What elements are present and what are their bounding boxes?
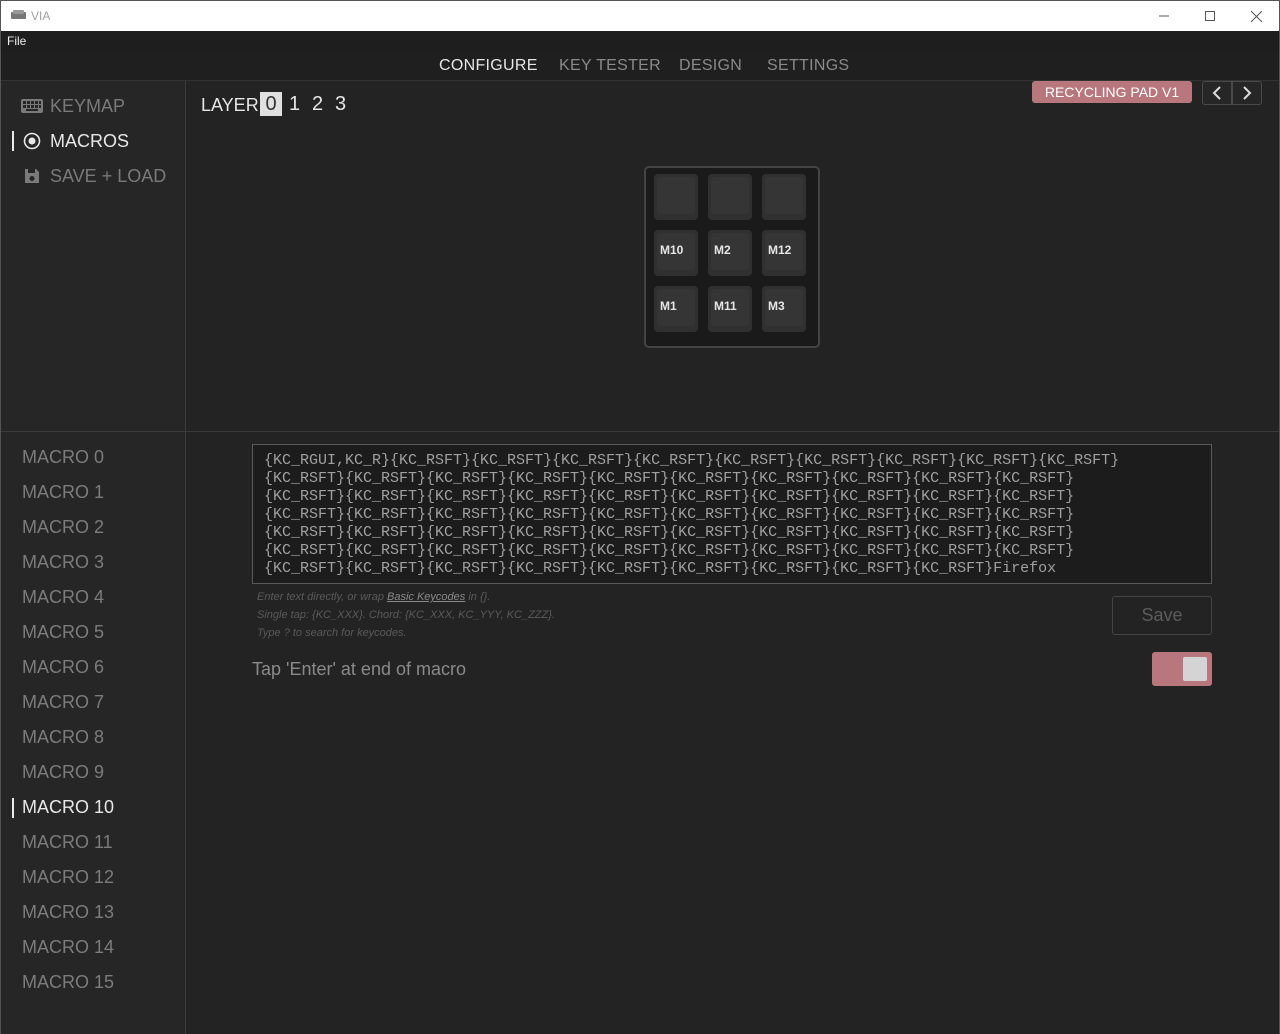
macro-item-7[interactable]: MACRO 7 — [22, 692, 104, 713]
sidebar-item-label: MACROS — [50, 130, 130, 151]
macro-item-9[interactable]: MACRO 9 — [22, 762, 104, 783]
window-title: VIA — [31, 9, 51, 23]
macro-item-14[interactable]: MACRO 14 — [22, 937, 114, 958]
chevron-right-icon — [1243, 86, 1252, 100]
key-label: M11 — [714, 299, 737, 313]
macro-text-input[interactable]: {KC_RGUI,KC_R}{KC_RSFT}{KC_RSFT}{KC_RSFT… — [252, 444, 1212, 584]
keyboard-layout: M10 M2 M12 M1 M11 M3 — [644, 166, 820, 348]
app-window: VIA File CONFIGURE KEY TESTER DESIGN SET… — [0, 0, 1280, 1034]
keyboard-panel: LAYER 0 1 2 3 RECYCLING PAD V1 M10 M2 M1… — [186, 81, 1279, 431]
key-2-1[interactable]: M11 — [708, 286, 752, 332]
macro-item-15[interactable]: MACRO 15 — [22, 972, 114, 993]
macro-item-6[interactable]: MACRO 6 — [22, 657, 104, 678]
layer-button-0[interactable]: 0 — [260, 92, 282, 116]
basic-keycodes-link[interactable]: Basic Keycodes — [387, 591, 465, 603]
layer-button-2[interactable]: 2 — [312, 92, 323, 116]
key-0-0[interactable] — [654, 174, 698, 220]
key-label: M1 — [660, 299, 677, 313]
sidebar-item-label: SAVE + LOAD — [50, 165, 167, 186]
macro-item-4[interactable]: MACRO 4 — [22, 587, 104, 608]
key-2-0[interactable]: M1 — [654, 286, 698, 332]
tab-settings[interactable]: SETTINGS — [767, 57, 849, 75]
tap-enter-label: Tap 'Enter' at end of macro — [252, 659, 466, 679]
macro-item-13[interactable]: MACRO 13 — [22, 902, 114, 923]
close-button[interactable] — [1233, 1, 1279, 31]
hint-line-3: Type ? to search for keycodes. — [257, 627, 407, 639]
key-0-2[interactable] — [762, 174, 806, 220]
macro-editor: {KC_RGUI,KC_R}{KC_RSFT}{KC_RSFT}{KC_RSFT… — [186, 432, 1279, 1034]
macro-item-0[interactable]: MACRO 0 — [22, 447, 104, 468]
title-bar: VIA — [1, 1, 1279, 31]
record-icon — [21, 132, 43, 150]
device-name-badge: RECYCLING PAD V1 — [1032, 81, 1192, 103]
macro-item-1[interactable]: MACRO 1 — [22, 482, 104, 503]
via-logo-icon — [11, 10, 26, 19]
sidebar-item-keymap[interactable]: KEYMAP — [21, 94, 125, 118]
sidebar-item-label: KEYMAP — [50, 95, 126, 116]
macro-item-12[interactable]: MACRO 12 — [22, 867, 114, 888]
sidebar-item-save-load[interactable]: SAVE + LOAD — [21, 164, 166, 188]
macro-item-8[interactable]: MACRO 8 — [22, 727, 104, 748]
save-button[interactable]: Save — [1112, 596, 1212, 635]
tab-key-tester[interactable]: KEY TESTER — [559, 57, 661, 75]
key-1-2[interactable]: M12 — [762, 230, 806, 276]
key-1-0[interactable]: M10 — [654, 230, 698, 276]
keyboard-icon — [21, 97, 43, 115]
macro-item-3[interactable]: MACRO 3 — [22, 552, 104, 573]
menu-bar: File — [1, 31, 1279, 51]
macro-item-5[interactable]: MACRO 5 — [22, 622, 104, 643]
menu-file[interactable]: File — [7, 34, 26, 48]
hint-line-2: Single tap: {KC_XXX}. Chord: {KC_XXX, KC… — [257, 609, 555, 621]
active-indicator — [12, 798, 14, 818]
tap-enter-toggle[interactable] — [1152, 652, 1212, 686]
layer-label: LAYER — [201, 95, 259, 115]
tab-configure[interactable]: CONFIGURE — [439, 57, 538, 75]
hint-line-1: Enter text directly, or wrap Basic Keyco… — [257, 591, 491, 603]
toggle-knob — [1183, 657, 1207, 681]
minimize-icon — [1159, 15, 1169, 17]
sidebar-item-macros[interactable]: MACROS — [21, 129, 129, 153]
config-sidebar: KEYMAP MACROS SAVE + LOAD — [1, 81, 186, 431]
key-2-2[interactable]: M3 — [762, 286, 806, 332]
active-indicator — [12, 131, 14, 151]
macro-item-11[interactable]: MACRO 11 — [22, 832, 113, 853]
macro-item-2[interactable]: MACRO 2 — [22, 517, 104, 538]
key-0-1[interactable] — [708, 174, 752, 220]
key-label: M10 — [660, 243, 684, 257]
key-1-1[interactable]: M2 — [708, 230, 752, 276]
key-label: M3 — [768, 299, 785, 313]
macro-item-10[interactable]: MACRO 10 — [22, 797, 114, 818]
layer-button-3[interactable]: 3 — [335, 92, 346, 116]
prev-device-button[interactable] — [1202, 81, 1232, 105]
next-device-button[interactable] — [1232, 81, 1262, 105]
tab-design[interactable]: DESIGN — [679, 57, 742, 75]
chevron-left-icon — [1212, 86, 1221, 100]
macro-list: MACRO 0 MACRO 1 MACRO 2 MACRO 3 MACRO 4 … — [1, 432, 186, 1034]
layer-button-1[interactable]: 1 — [289, 92, 300, 116]
maximize-icon — [1205, 11, 1215, 21]
key-label: M2 — [714, 243, 731, 257]
minimize-button[interactable] — [1141, 1, 1187, 31]
close-icon — [1250, 10, 1262, 22]
floppy-icon — [21, 167, 43, 185]
top-nav: CONFIGURE KEY TESTER DESIGN SETTINGS — [1, 51, 1279, 81]
key-label: M12 — [768, 243, 792, 257]
maximize-button[interactable] — [1187, 1, 1233, 31]
